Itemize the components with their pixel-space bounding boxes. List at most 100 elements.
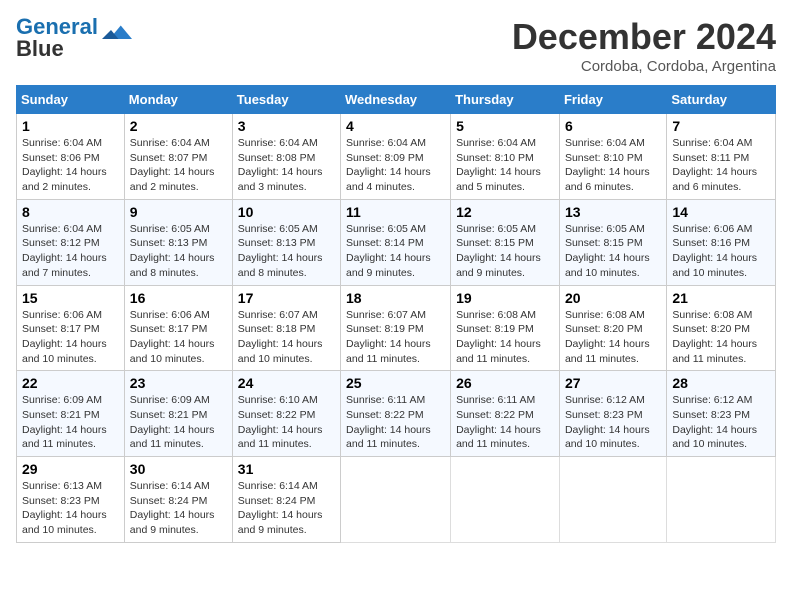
- calendar-cell: 7 Sunrise: 6:04 AMSunset: 8:11 PMDaylight…: [667, 114, 776, 200]
- calendar-cell: 30 Sunrise: 6:14 AMSunset: 8:24 PMDayligh…: [124, 457, 232, 543]
- cell-info: Sunrise: 6:11 AMSunset: 8:22 PMDaylight:…: [346, 393, 445, 452]
- day-number: 3: [238, 118, 335, 134]
- cell-info: Sunrise: 6:07 AMSunset: 8:19 PMDaylight:…: [346, 308, 445, 367]
- weekday-tuesday: Tuesday: [232, 86, 340, 114]
- calendar-cell: 14Sunrise: 6:06 AMSunset: 8:16 PMDayligh…: [667, 199, 776, 285]
- calendar-cell: 15Sunrise: 6:06 AMSunset: 8:17 PMDayligh…: [17, 285, 125, 371]
- calendar-cell: 21 Sunrise: 6:08 AMSunset: 8:20 PMDayligh…: [667, 285, 776, 371]
- cell-info: Sunrise: 6:07 AMSunset: 8:18 PMDaylight:…: [238, 308, 335, 367]
- logo: GeneralBlue: [16, 16, 132, 60]
- calendar-cell: 22Sunrise: 6:09 AMSunset: 8:21 PMDayligh…: [17, 371, 125, 457]
- day-number: 28: [672, 375, 770, 391]
- day-number: 21: [672, 290, 770, 306]
- weekday-friday: Friday: [559, 86, 666, 114]
- calendar-cell: 24 Sunrise: 6:10 AMSunset: 8:22 PMDayligh…: [232, 371, 340, 457]
- day-number: 27: [565, 375, 661, 391]
- cell-info: Sunrise: 6:09 AMSunset: 8:21 PMDaylight:…: [130, 393, 227, 452]
- cell-info: Sunrise: 6:05 AMSunset: 8:13 PMDaylight:…: [130, 222, 227, 281]
- calendar-cell: 10 Sunrise: 6:05 AMSunset: 8:13 PMDayligh…: [232, 199, 340, 285]
- day-number: 10: [238, 204, 335, 220]
- calendar-cell: 23 Sunrise: 6:09 AMSunset: 8:21 PMDayligh…: [124, 371, 232, 457]
- day-number: 20: [565, 290, 661, 306]
- calendar-cell: 3 Sunrise: 6:04 AMSunset: 8:08 PMDaylight…: [232, 114, 340, 200]
- calendar-cell: [559, 457, 666, 543]
- calendar-cell: 31Sunrise: 6:14 AMSunset: 8:24 PMDayligh…: [232, 457, 340, 543]
- calendar-cell: [667, 457, 776, 543]
- cell-info: Sunrise: 6:04 AMSunset: 8:06 PMDaylight:…: [22, 136, 119, 195]
- day-number: 8: [22, 204, 119, 220]
- calendar-cell: 9 Sunrise: 6:05 AMSunset: 8:13 PMDaylight…: [124, 199, 232, 285]
- calendar-table: SundayMondayTuesdayWednesdayThursdayFrid…: [16, 85, 776, 543]
- day-number: 13: [565, 204, 661, 220]
- cell-info: Sunrise: 6:14 AMSunset: 8:24 PMDaylight:…: [130, 479, 227, 538]
- cell-info: Sunrise: 6:04 AMSunset: 8:09 PMDaylight:…: [346, 136, 445, 195]
- calendar-cell: 18 Sunrise: 6:07 AMSunset: 8:19 PMDayligh…: [341, 285, 451, 371]
- calendar-cell: 8 Sunrise: 6:04 AMSunset: 8:12 PMDaylight…: [17, 199, 125, 285]
- weekday-header-row: SundayMondayTuesdayWednesdayThursdayFrid…: [17, 86, 776, 114]
- day-number: 17: [238, 290, 335, 306]
- day-number: 5: [456, 118, 554, 134]
- cell-info: Sunrise: 6:08 AMSunset: 8:20 PMDaylight:…: [565, 308, 661, 367]
- cell-info: Sunrise: 6:04 AMSunset: 8:10 PMDaylight:…: [565, 136, 661, 195]
- day-number: 14: [672, 204, 770, 220]
- page-header: GeneralBlue December 2024 Cordoba, Cordo…: [16, 16, 776, 75]
- cell-info: Sunrise: 6:05 AMSunset: 8:15 PMDaylight:…: [456, 222, 554, 281]
- day-number: 31: [238, 461, 335, 477]
- cell-info: Sunrise: 6:10 AMSunset: 8:22 PMDaylight:…: [238, 393, 335, 452]
- calendar-cell: [341, 457, 451, 543]
- day-number: 18: [346, 290, 445, 306]
- calendar-cell: 5 Sunrise: 6:04 AMSunset: 8:10 PMDaylight…: [451, 114, 560, 200]
- calendar-cell: 4Sunrise: 6:04 AMSunset: 8:09 PMDaylight…: [341, 114, 451, 200]
- cell-info: Sunrise: 6:04 AMSunset: 8:12 PMDaylight:…: [22, 222, 119, 281]
- cell-info: Sunrise: 6:11 AMSunset: 8:22 PMDaylight:…: [456, 393, 554, 452]
- cell-info: Sunrise: 6:12 AMSunset: 8:23 PMDaylight:…: [672, 393, 770, 452]
- day-number: 7: [672, 118, 770, 134]
- cell-info: Sunrise: 6:04 AMSunset: 8:11 PMDaylight:…: [672, 136, 770, 195]
- day-number: 19: [456, 290, 554, 306]
- calendar-cell: 2 Sunrise: 6:04 AMSunset: 8:07 PMDaylight…: [124, 114, 232, 200]
- day-number: 22: [22, 375, 119, 391]
- logo-text: GeneralBlue: [16, 16, 98, 60]
- day-number: 15: [22, 290, 119, 306]
- weekday-saturday: Saturday: [667, 86, 776, 114]
- calendar-cell: 25Sunrise: 6:11 AMSunset: 8:22 PMDayligh…: [341, 371, 451, 457]
- cell-info: Sunrise: 6:08 AMSunset: 8:20 PMDaylight:…: [672, 308, 770, 367]
- day-number: 23: [130, 375, 227, 391]
- weekday-wednesday: Wednesday: [341, 86, 451, 114]
- day-number: 12: [456, 204, 554, 220]
- cell-info: Sunrise: 6:12 AMSunset: 8:23 PMDaylight:…: [565, 393, 661, 452]
- calendar-cell: 20 Sunrise: 6:08 AMSunset: 8:20 PMDayligh…: [559, 285, 666, 371]
- day-number: 11: [346, 204, 445, 220]
- logo-icon: [102, 24, 132, 42]
- day-number: 16: [130, 290, 227, 306]
- calendar-cell: 12 Sunrise: 6:05 AMSunset: 8:15 PMDayligh…: [451, 199, 560, 285]
- calendar-cell: 11 Sunrise: 6:05 AMSunset: 8:14 PMDayligh…: [341, 199, 451, 285]
- weekday-sunday: Sunday: [17, 86, 125, 114]
- calendar-week-row: 8 Sunrise: 6:04 AMSunset: 8:12 PMDaylight…: [17, 199, 776, 285]
- calendar-cell: 27 Sunrise: 6:12 AMSunset: 8:23 PMDayligh…: [559, 371, 666, 457]
- calendar-week-row: 29Sunrise: 6:13 AMSunset: 8:23 PMDayligh…: [17, 457, 776, 543]
- cell-info: Sunrise: 6:05 AMSunset: 8:14 PMDaylight:…: [346, 222, 445, 281]
- day-number: 24: [238, 375, 335, 391]
- title-block: December 2024 Cordoba, Cordoba, Argentin…: [512, 16, 776, 75]
- cell-info: Sunrise: 6:04 AMSunset: 8:10 PMDaylight:…: [456, 136, 554, 195]
- calendar-cell: [451, 457, 560, 543]
- cell-info: Sunrise: 6:04 AMSunset: 8:08 PMDaylight:…: [238, 136, 335, 195]
- calendar-cell: 28 Sunrise: 6:12 AMSunset: 8:23 PMDayligh…: [667, 371, 776, 457]
- calendar-week-row: 22 Sunrise: 6:09 AMSunset: 8:21 PMDayligh…: [17, 371, 776, 457]
- cell-info: Sunrise: 6:05 AMSunset: 8:13 PMDaylight:…: [238, 222, 335, 281]
- day-number: 9: [130, 204, 227, 220]
- calendar-cell: 6 Sunrise: 6:04 AMSunset: 8:10 PMDaylight…: [559, 114, 666, 200]
- day-number: 26: [456, 375, 554, 391]
- calendar-cell: 13Sunrise: 6:05 AMSunset: 8:15 PMDayligh…: [559, 199, 666, 285]
- day-number: 6: [565, 118, 661, 134]
- calendar-cell: 26 Sunrise: 6:11 AMSunset: 8:22 PMDayligh…: [451, 371, 560, 457]
- location-subtitle: Cordoba, Cordoba, Argentina: [512, 58, 776, 75]
- day-number: 30: [130, 461, 227, 477]
- cell-info: Sunrise: 6:06 AMSunset: 8:17 PMDaylight:…: [130, 308, 227, 367]
- month-title: December 2024: [512, 16, 776, 58]
- day-number: 2: [130, 118, 227, 134]
- cell-info: Sunrise: 6:04 AMSunset: 8:07 PMDaylight:…: [130, 136, 227, 195]
- calendar-cell: 17 Sunrise: 6:07 AMSunset: 8:18 PMDayligh…: [232, 285, 340, 371]
- calendar-cell: 19Sunrise: 6:08 AMSunset: 8:19 PMDayligh…: [451, 285, 560, 371]
